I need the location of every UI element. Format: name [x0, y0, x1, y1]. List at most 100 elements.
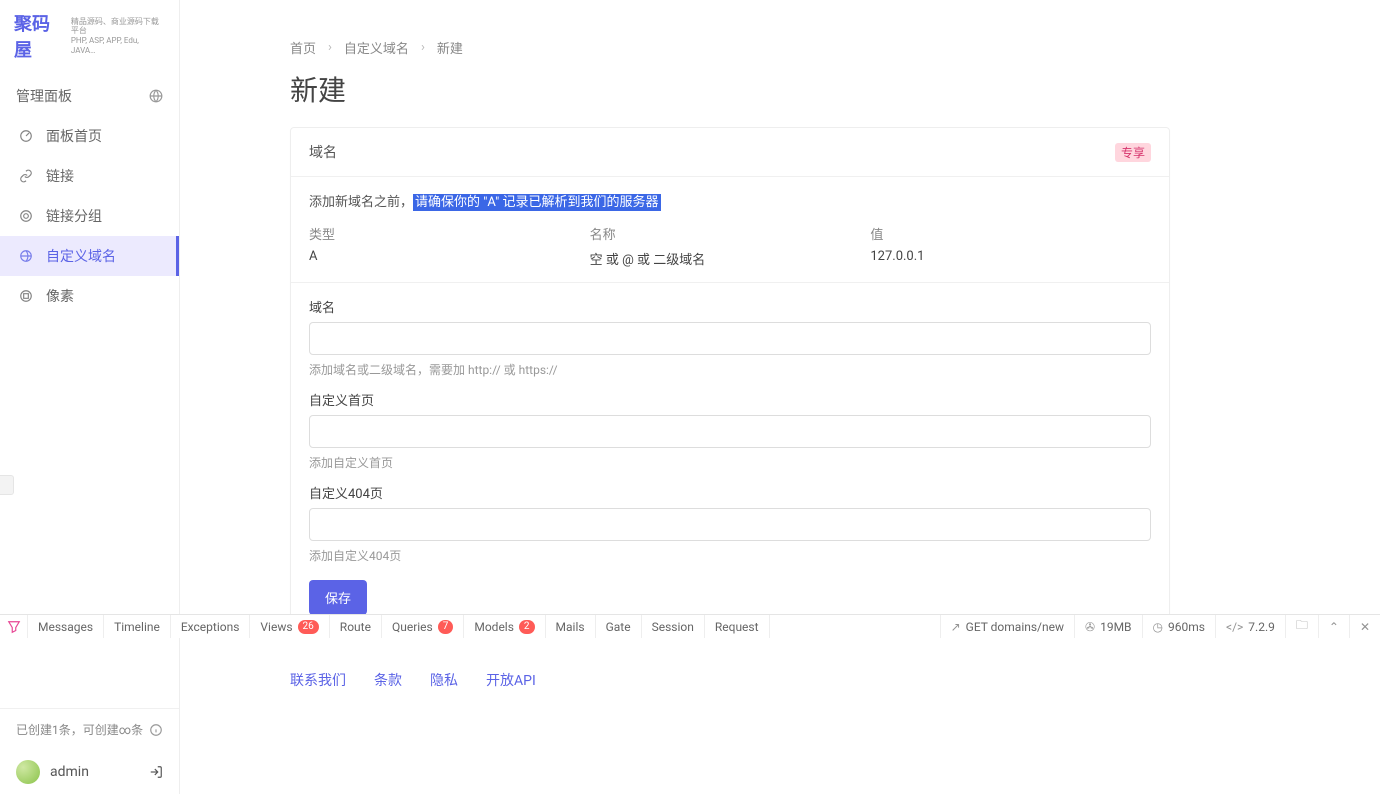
col-header: 值 [870, 224, 1151, 243]
footer-privacy[interactable]: 隐私 [430, 670, 458, 690]
col-header: 名称 [590, 224, 871, 243]
notice-prefix: 添加新域名之前， [309, 195, 413, 210]
col-value-col: 值 127.0.0.1 [870, 224, 1151, 268]
sidebar-item-label: 链接 [46, 166, 74, 186]
notice: 添加新域名之前，请确保你的 "A" 记录已解析到我们的服务器 [309, 191, 1151, 210]
db-tab-gate[interactable]: Gate [596, 615, 642, 638]
db-up[interactable]: ⌃ [1318, 615, 1349, 638]
breadcrumb-section[interactable]: 自定义域名 [344, 38, 409, 57]
link-icon [18, 168, 34, 184]
gauge-icon [18, 128, 34, 144]
field-label: 域名 [309, 297, 1151, 316]
card-title: 域名 [309, 142, 337, 162]
footer-contact[interactable]: 联系我们 [290, 670, 346, 690]
db-close[interactable]: ✕ [1349, 615, 1380, 638]
db-tab-session[interactable]: Session [642, 615, 705, 638]
field-domain: 域名 添加域名或二级域名，需要加 http:// 或 https:// [309, 297, 1151, 378]
dns-info: 添加新域名之前，请确保你的 "A" 记录已解析到我们的服务器 类型 A 名称 空… [291, 176, 1169, 282]
custom-index-input[interactable] [309, 415, 1151, 448]
chevron-up-icon: ⌃ [1329, 620, 1339, 634]
db-folder[interactable]: 🗀 [1285, 615, 1318, 638]
login-icon[interactable] [149, 764, 163, 780]
memory-icon: ✇ [1085, 620, 1095, 634]
sidebar-item-dashboard[interactable]: 面板首页 [0, 116, 179, 156]
field-index: 自定义首页 添加自定义首页 [309, 390, 1151, 471]
sidebar-status: 已创建1条，可创建∞条 [16, 721, 143, 738]
col-value: A [309, 249, 590, 264]
dns-table: 类型 A 名称 空 或 @ 或 二级域名 值 127.0.0.1 [309, 224, 1151, 268]
page-title: 新建 [290, 65, 1170, 127]
db-route[interactable]: ↗GET domains/new [940, 615, 1074, 638]
badge: 7 [438, 620, 454, 634]
sidebar-item-domains[interactable]: 自定义域名 [0, 236, 179, 276]
db-tab-exceptions[interactable]: Exceptions [171, 615, 251, 638]
field-help: 添加自定义首页 [309, 454, 1151, 471]
db-tab-queries[interactable]: Queries7 [382, 615, 464, 638]
sidebar-user[interactable]: admin [0, 750, 179, 794]
brand-tagline: 精品源码、商业源码下载平台 PHP, ASP, APP, Edu, JAVA… [71, 17, 165, 55]
badge: 2 [519, 620, 535, 634]
globe-icon[interactable] [149, 88, 163, 104]
footer-terms[interactable]: 条款 [374, 670, 402, 690]
clock-icon: ◷ [1153, 620, 1163, 634]
domain-input[interactable] [309, 322, 1151, 355]
sidebar: 聚码屋 精品源码、商业源码下载平台 PHP, ASP, APP, Edu, JA… [0, 0, 180, 794]
field-label: 自定义404页 [309, 483, 1151, 502]
db-memory[interactable]: ✇19MB [1074, 615, 1142, 638]
footer-api[interactable]: 开放API [486, 670, 536, 690]
sidebar-collapse-handle[interactable] [0, 475, 14, 495]
close-icon: ✕ [1360, 620, 1370, 634]
field-404: 自定义404页 添加自定义404页 [309, 483, 1151, 564]
sidebar-item-links[interactable]: 链接 [0, 156, 179, 196]
brand[interactable]: 聚码屋 精品源码、商业源码下载平台 PHP, ASP, APP, Edu, JA… [0, 0, 179, 72]
grid-icon [18, 288, 34, 304]
pro-badge: 专享 [1115, 143, 1151, 162]
db-tab-models[interactable]: Models2 [464, 615, 545, 638]
save-button[interactable]: 保存 [309, 580, 367, 615]
breadcrumb-home[interactable]: 首页 [290, 38, 316, 57]
info-icon[interactable] [149, 722, 163, 737]
field-label: 自定义首页 [309, 390, 1151, 409]
db-tab-request[interactable]: Request [705, 615, 770, 638]
breadcrumb: 首页 › 自定义域名 › 新建 [290, 24, 1170, 65]
chevron-right-icon: › [421, 40, 425, 55]
panel-header: 管理面板 [0, 72, 179, 116]
card: 域名 专享 添加新域名之前，请确保你的 "A" 记录已解析到我们的服务器 类型 … [290, 127, 1170, 630]
notice-highlight: 请确保你的 "A" 记录已解析到我们的服务器 [413, 194, 661, 211]
target-icon [18, 208, 34, 224]
sidebar-item-label: 面板首页 [46, 126, 102, 146]
laravel-icon[interactable] [0, 615, 28, 638]
custom-404-input[interactable] [309, 508, 1151, 541]
col-value: 空 或 @ 或 二级域名 [590, 249, 871, 268]
db-tab-mails[interactable]: Mails [546, 615, 596, 638]
db-tab-route[interactable]: Route [330, 615, 382, 638]
db-time[interactable]: ◷960ms [1142, 615, 1215, 638]
card-header: 域名 专享 [291, 128, 1169, 176]
brand-name: 聚码屋 [14, 10, 63, 62]
col-header: 类型 [309, 224, 590, 243]
breadcrumb-current: 新建 [437, 38, 463, 57]
sidebar-item-label: 像素 [46, 286, 74, 306]
share-icon: ↗ [951, 620, 961, 634]
avatar [16, 760, 40, 784]
badge: 26 [298, 620, 319, 634]
sidebar-footer: 已创建1条，可创建∞条 [0, 708, 179, 750]
sidebar-item-link-groups[interactable]: 链接分组 [0, 196, 179, 236]
main: 首页 › 自定义域名 › 新建 新建 域名 专享 添加新域名之前，请确保你的 "… [180, 0, 1380, 794]
sidebar-item-pixels[interactable]: 像素 [0, 276, 179, 316]
col-value: 127.0.0.1 [870, 249, 1151, 264]
chevron-right-icon: › [328, 40, 332, 55]
code-icon: </> [1226, 620, 1243, 634]
sidebar-item-label: 链接分组 [46, 206, 102, 226]
sidebar-item-label: 自定义域名 [46, 246, 116, 266]
db-php[interactable]: </>7.2.9 [1215, 615, 1285, 638]
db-tab-messages[interactable]: Messages [28, 615, 104, 638]
form: 域名 添加域名或二级域名，需要加 http:// 或 https:// 自定义首… [291, 282, 1169, 629]
debugbar: Messages Timeline Exceptions Views26 Rou… [0, 614, 1380, 638]
field-help: 添加域名或二级域名，需要加 http:// 或 https:// [309, 361, 1151, 378]
db-tab-views[interactable]: Views26 [250, 615, 329, 638]
field-help: 添加自定义404页 [309, 547, 1151, 564]
panel-title: 管理面板 [16, 86, 72, 106]
db-tab-timeline[interactable]: Timeline [104, 615, 171, 638]
globe-icon [18, 248, 34, 264]
